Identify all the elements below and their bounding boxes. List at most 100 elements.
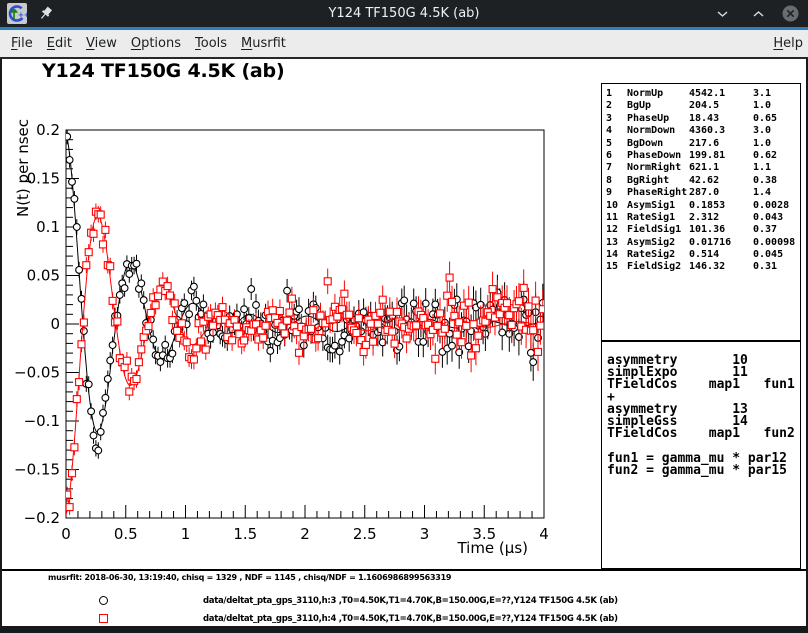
param-name: RateSig1 (627, 212, 675, 223)
param-name: BgRight (627, 175, 669, 186)
histo4-data-point (85, 249, 92, 256)
histo4-data-point (391, 340, 398, 347)
histo3-data-point (157, 359, 164, 366)
menu-item-view[interactable]: View (79, 30, 124, 57)
close-button[interactable] (781, 4, 800, 23)
param-err: 0.0028 (753, 200, 789, 211)
maximize-button[interactable] (749, 4, 768, 23)
histo4-data-point (525, 303, 532, 310)
histo4-data-point (171, 300, 178, 307)
histo4-data-point (284, 317, 291, 324)
histo4-data-point (262, 322, 269, 329)
menu-item-musrfit[interactable]: Musrfit (234, 30, 293, 57)
histo3-data-point (181, 300, 188, 307)
param-err: 0.37 (753, 224, 777, 235)
param-no: 13 (606, 237, 618, 248)
histo4-data-point (379, 296, 386, 303)
param-val: 4542.1 (689, 88, 725, 99)
histo3-data-point (76, 267, 83, 274)
histo4-data-point (193, 345, 200, 352)
param-no: 11 (606, 212, 618, 223)
param-no: 3 (606, 113, 612, 124)
histo3-data-point (107, 357, 114, 364)
histo4-data-point (470, 321, 477, 328)
histo4-data-point (504, 300, 511, 307)
legend-row: data/deltat_pta_gps_3110,h:3 ,T0=4.50K,T… (0, 596, 804, 608)
legend-label: data/deltat_pta_gps_3110,h:3 ,T0=4.50K,T… (203, 596, 618, 606)
param-name: AsymSig1 (627, 200, 675, 211)
menu-item-file[interactable]: File (4, 30, 40, 57)
histo3-data-point (140, 297, 147, 304)
histo4-data-point (463, 322, 470, 329)
histo4-data-point (308, 325, 315, 332)
histo4-data-point (296, 349, 303, 356)
histo3-data-point (85, 381, 92, 388)
param-err: 0.62 (753, 150, 777, 161)
histo3-data-point (73, 224, 80, 231)
param-name: FieldSig2 (627, 261, 681, 272)
histo4-data-point (169, 317, 176, 324)
minimize-button[interactable] (713, 4, 732, 23)
param-no: 2 (606, 100, 612, 111)
histo4-data-point (341, 290, 348, 297)
param-no: 8 (606, 175, 612, 186)
histo4-data-point (78, 341, 85, 348)
histo4-data-point (155, 293, 162, 300)
theory-line: asymmetry 13 (602, 402, 800, 414)
histo4-data-point (389, 328, 396, 335)
theory-box: asymmetry 10simplExpo 11TFieldCos map1 f… (601, 341, 801, 569)
histo3-data-point (90, 432, 97, 439)
info-pad-divider (2, 569, 806, 571)
param-row-FieldSig2: 15FieldSig2146.320.31 (602, 261, 800, 273)
histo4-data-point (114, 318, 121, 325)
histo3-data-point (64, 133, 71, 140)
histo4-data-point (233, 323, 240, 330)
param-row-AsymSig2: 13AsymSig20.017160.00098 (602, 237, 800, 249)
param-row-PhaseUp: 3PhaseUp18.430.65 (602, 113, 800, 125)
y-tick-label: −0.15 (14, 461, 60, 479)
histo3-data-point (116, 292, 123, 299)
histo4-data-point (310, 307, 317, 314)
param-no: 14 (606, 249, 618, 260)
histo4-data-point (367, 320, 374, 327)
histo4-data-point (386, 308, 393, 315)
histo4-data-point (219, 304, 226, 311)
histo4-data-point (109, 297, 116, 304)
param-no: 1 (606, 88, 612, 99)
histo3-data-point (95, 447, 102, 454)
param-name: BgDown (627, 138, 663, 149)
menu-item-help[interactable]: Help (764, 30, 808, 57)
histo3-data-point (284, 287, 291, 294)
x-tick-label: 2.5 (353, 525, 377, 543)
param-val: 621.1 (689, 162, 719, 173)
theory-line: asymmetry 10 (602, 353, 800, 365)
histo4-data-point (80, 319, 87, 326)
histo4-data-point (508, 322, 515, 329)
param-no: 6 (606, 150, 612, 161)
menu-item-tools[interactable]: Tools (188, 30, 234, 57)
histo3-data-point (186, 311, 193, 318)
circle-marker-icon (99, 596, 108, 605)
histo4-data-point (315, 335, 322, 342)
histo4-data-point (506, 312, 513, 319)
menu-item-edit[interactable]: Edit (40, 30, 79, 57)
param-err: 0.38 (753, 175, 777, 186)
histo3-data-point (88, 408, 95, 415)
histo4-data-point (69, 470, 76, 477)
histo4-data-point (135, 359, 142, 366)
histo4-data-point (202, 346, 209, 353)
histo3-data-point (97, 429, 104, 436)
histo4-data-point (97, 211, 104, 218)
legend-row: data/deltat_pta_gps_3110,h:4 ,T0=4.50K,T… (0, 614, 804, 626)
param-name: AsymSig2 (627, 237, 675, 248)
histo3-data-point (200, 301, 207, 308)
x-tick-label: 3 (420, 525, 430, 543)
param-no: 4 (606, 125, 612, 136)
param-name: NormRight (627, 162, 681, 173)
param-err: 1.0 (753, 100, 771, 111)
theory-line: simplExpo 11 (602, 365, 800, 377)
histo4-data-point (449, 298, 456, 305)
param-no: 10 (606, 200, 618, 211)
menu-item-options[interactable]: Options (124, 30, 188, 57)
legend-label: data/deltat_pta_gps_3110,h:4 ,T0=4.50K,T… (203, 614, 618, 624)
